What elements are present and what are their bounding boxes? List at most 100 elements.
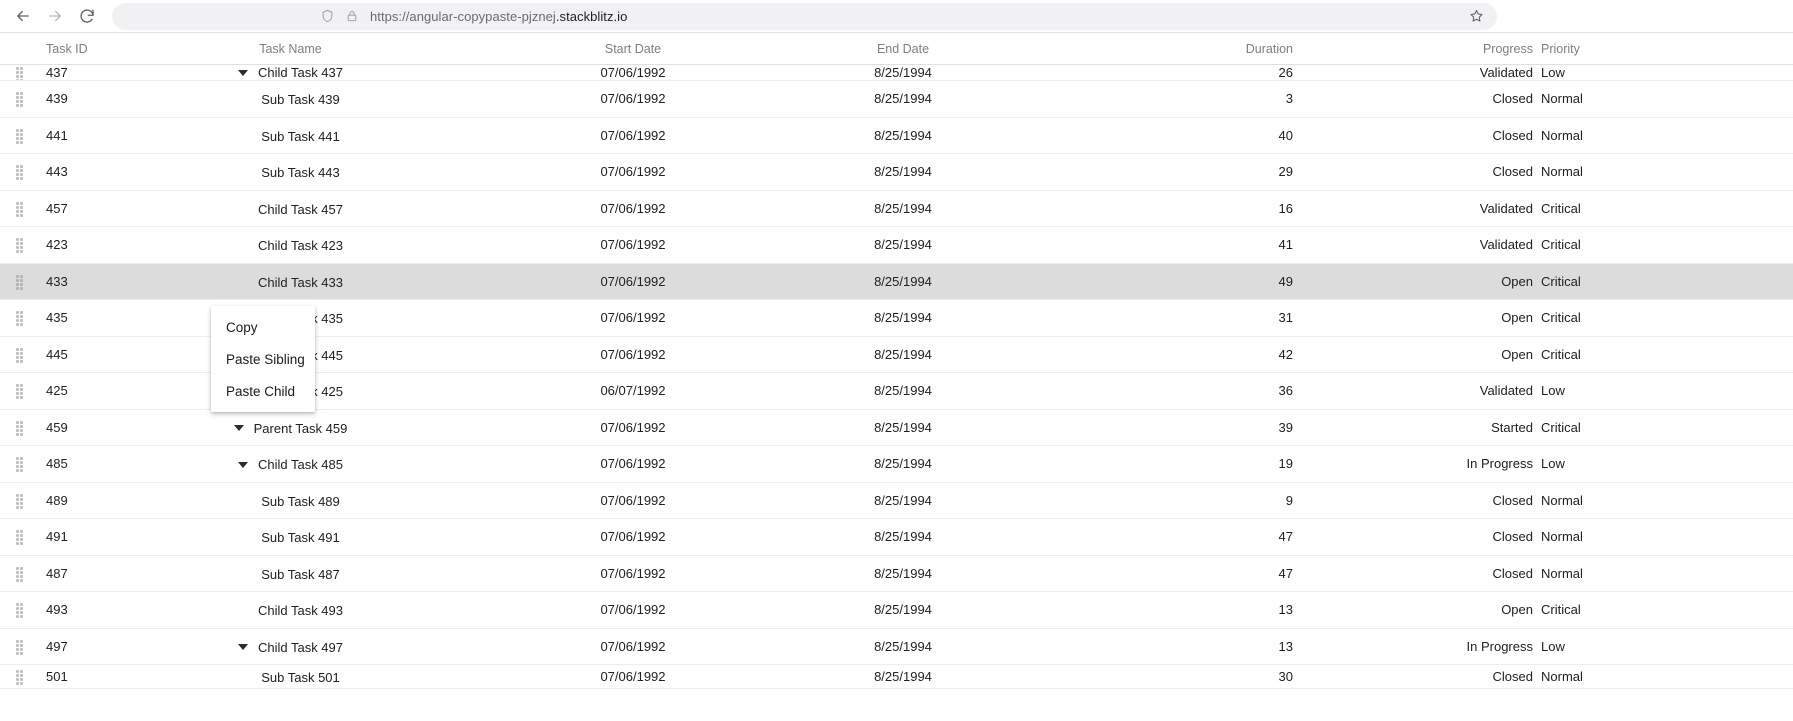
back-button[interactable]: [8, 1, 38, 31]
drag-handle-icon[interactable]: [0, 128, 40, 144]
cell-end-date: 8/25/1994: [874, 383, 932, 399]
lock-icon[interactable]: [345, 8, 359, 24]
column-header-task-name[interactable]: Task Name: [98, 42, 483, 56]
column-header-progress[interactable]: Progress: [1293, 42, 1533, 56]
cell-task-id: 497: [46, 638, 68, 654]
cell-task-id: 457: [46, 200, 68, 216]
cell-end-date: 8/25/1994: [874, 127, 932, 143]
address-bar[interactable]: https://angular-copypaste-pjznej.stackbl…: [112, 2, 1497, 30]
table-row[interactable]: 485 Child Task 485 07/06/1992 8/25/1994 19 In…: [0, 446, 1793, 483]
column-header-priority[interactable]: Priority: [1533, 42, 1653, 56]
drag-handle-icon[interactable]: [0, 347, 40, 363]
cell-end-date: 8/25/1994: [874, 602, 932, 618]
cell-start-date: 07/06/1992: [600, 638, 666, 654]
cell-duration: 49: [1278, 273, 1293, 289]
cell-task-name: Child Task 457: [98, 200, 483, 217]
cell-priority: Normal: [1541, 529, 1583, 545]
task-name-label: Sub Task 441: [261, 128, 340, 144]
cell-start-date: 06/07/1992: [600, 383, 666, 399]
drag-handle-icon[interactable]: [0, 670, 40, 685]
drag-handle-icon[interactable]: [0, 457, 40, 473]
cell-end-date: 8/25/1994: [874, 346, 932, 362]
column-header-task-id[interactable]: Task ID: [40, 42, 98, 56]
cell-progress: Open: [1501, 310, 1533, 326]
drag-handle-icon[interactable]: [0, 566, 40, 582]
table-row[interactable]: 439 Sub Task 439 07/06/1992 8/25/1994 3 Close…: [0, 81, 1793, 118]
table-row[interactable]: 489 Sub Task 489 07/06/1992 8/25/1994 9 Close…: [0, 482, 1793, 519]
column-header-start-date[interactable]: Start Date: [483, 42, 783, 56]
cell-end-date: 8/25/1994: [874, 237, 932, 253]
drag-handle-icon[interactable]: [0, 384, 40, 400]
cell-progress: In Progress: [1466, 638, 1533, 654]
cell-task-name: Sub Task 441: [98, 127, 483, 144]
drag-handle-icon[interactable]: [0, 201, 40, 217]
cell-end-date: 8/25/1994: [874, 164, 932, 180]
table-row[interactable]: 487 Sub Task 487 07/06/1992 8/25/1994 47 Clos…: [0, 555, 1793, 592]
table-row[interactable]: 497 Child Task 497 07/06/1992 8/25/1994 13 In…: [0, 628, 1793, 665]
forward-button[interactable]: [40, 1, 70, 31]
cell-duration: 29: [1278, 164, 1293, 180]
cell-duration: 39: [1278, 419, 1293, 435]
cell-start-date: 07/06/1992: [600, 127, 666, 143]
table-row[interactable]: 443 Sub Task 443 07/06/1992 8/25/1994 29 Clos…: [0, 154, 1793, 191]
bookmark-button[interactable]: [1468, 8, 1485, 25]
cell-task-name: Child Task 437: [98, 65, 483, 80]
navigation-buttons: [8, 1, 102, 31]
expand-collapse-triangle-icon[interactable]: [237, 461, 248, 468]
column-header-end-date[interactable]: End Date: [783, 42, 1023, 56]
drag-handle-icon[interactable]: [0, 67, 40, 80]
drag-handle-icon[interactable]: [0, 530, 40, 546]
cell-task-id: 433: [46, 273, 68, 289]
drag-handle-icon[interactable]: [0, 420, 40, 436]
context-menu-item-copy[interactable]: Copy: [211, 312, 315, 344]
cell-progress: Validated: [1479, 200, 1533, 216]
expand-collapse-triangle-icon[interactable]: [237, 644, 248, 650]
expand-collapse-triangle-icon[interactable]: [237, 69, 248, 76]
cell-duration: 47: [1278, 529, 1293, 545]
shield-icon[interactable]: [320, 8, 335, 24]
task-name-label: Child Task 485: [257, 457, 344, 472]
cell-progress: Open: [1501, 602, 1533, 618]
table-row[interactable]: 437 Child Task 437 07/06/1992 8/25/1994 26 Va…: [0, 65, 1793, 81]
drag-handle-icon[interactable]: [0, 165, 40, 181]
reload-button[interactable]: [72, 1, 102, 31]
cell-priority: Critical: [1541, 273, 1581, 289]
context-menu-item-paste-sibling[interactable]: Paste Sibling: [211, 344, 315, 376]
cell-progress: Validated: [1479, 383, 1533, 399]
cell-duration: 26: [1278, 65, 1293, 80]
drag-handle-icon[interactable]: [0, 92, 40, 108]
table-row[interactable]: 491 Sub Task 491 07/06/1992 8/25/1994 47 Clos…: [0, 519, 1793, 556]
url-host: .stackblitz.io: [555, 8, 628, 24]
cell-task-name: Child Task 423: [98, 237, 483, 253]
table-row[interactable]: 433 Child Task 433 07/06/1992 8/25/1994 49 Op…: [0, 263, 1793, 300]
table-row[interactable]: 493 Child Task 493 07/06/1992 8/25/1994 13 Op…: [0, 592, 1793, 629]
table-row[interactable]: 457 Child Task 457 07/06/1992 8/25/1994 16 Va…: [0, 190, 1793, 227]
drag-handle-icon[interactable]: [0, 493, 40, 509]
cell-progress: Closed: [1492, 529, 1533, 545]
cell-start-date: 07/06/1992: [600, 273, 666, 289]
cell-task-id: 485: [46, 456, 68, 472]
context-menu-item-paste-child[interactable]: Paste Child: [211, 376, 315, 408]
cell-task-id: 439: [46, 91, 68, 107]
cell-priority: Normal: [1541, 127, 1583, 143]
table-row[interactable]: 459 Parent Task 459 07/06/1992 8/25/1994 39 S…: [0, 409, 1793, 446]
cell-duration: 42: [1278, 346, 1293, 362]
cell-end-date: 8/25/1994: [874, 492, 932, 508]
expand-collapse-triangle-icon[interactable]: [233, 425, 244, 431]
task-name-label: Sub Task 487: [261, 566, 340, 582]
drag-handle-icon[interactable]: [0, 311, 40, 327]
drag-handle-icon[interactable]: [0, 238, 40, 254]
cell-task-id: 425: [46, 383, 68, 399]
forward-arrow-icon: [49, 10, 61, 22]
column-header-duration[interactable]: Duration: [1023, 42, 1293, 56]
drag-handle-icon[interactable]: [0, 639, 40, 655]
drag-handle-icon[interactable]: [0, 274, 40, 290]
cell-task-id: 435: [46, 310, 68, 326]
treegrid: Task ID Task Name Start Date End Date Du…: [0, 33, 1793, 721]
cell-priority: Normal: [1541, 492, 1583, 508]
table-row[interactable]: 423 Child Task 423 07/06/1992 8/25/1994 41 Va…: [0, 227, 1793, 264]
table-row[interactable]: 501 Sub Task 501 07/06/1992 8/25/1994 30 Clos…: [0, 665, 1793, 689]
cell-progress: Started: [1491, 419, 1533, 435]
table-row[interactable]: 441 Sub Task 441 07/06/1992 8/25/1994 40 Clos…: [0, 117, 1793, 154]
drag-handle-icon[interactable]: [0, 603, 40, 619]
